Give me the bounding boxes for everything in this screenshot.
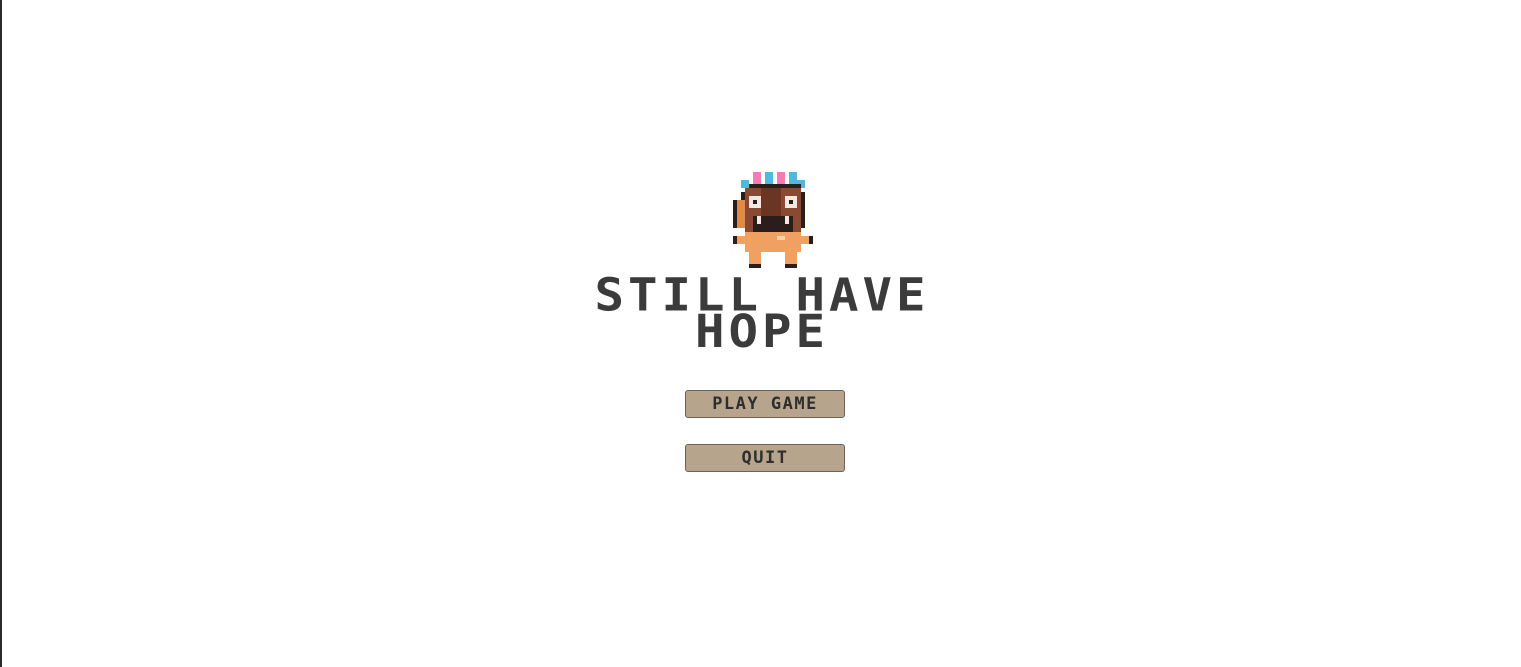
game-main-menu: STILL HAVE HOPE PLAY GAME QUIT <box>0 0 1521 667</box>
play-game-button[interactable]: PLAY GAME <box>685 390 845 418</box>
tiki-mask-character-icon <box>729 172 813 268</box>
game-title: STILL HAVE HOPE <box>542 273 982 355</box>
quit-button[interactable]: QUIT <box>685 444 845 472</box>
